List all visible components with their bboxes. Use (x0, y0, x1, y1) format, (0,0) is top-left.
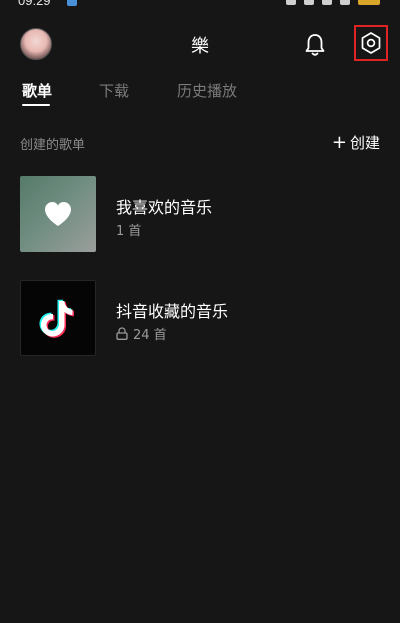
heart-icon (45, 202, 71, 226)
wifi-icon (322, 0, 332, 5)
battery-icon (358, 0, 380, 5)
douyin-logo-icon (39, 299, 74, 338)
status-bar: 09:29 (0, 0, 400, 10)
status-time: 09:29 (18, 0, 51, 8)
created-playlists-header: 创建的歌单 + 创建 (20, 132, 380, 154)
playlist-count: 1 首 (116, 224, 142, 239)
playlist-meta: 24 首 (116, 324, 167, 343)
page-title: 樂 (191, 36, 209, 57)
section-title: 创建的歌单 (20, 138, 86, 153)
plus-icon: + (331, 131, 347, 153)
playlist-title: 我喜欢的音乐 (116, 198, 213, 217)
playlist-item-liked[interactable]: 我喜欢的音乐 1 首 (20, 176, 380, 252)
playlist-cover (20, 280, 96, 356)
signal-icon (304, 0, 314, 5)
tab-history[interactable]: 历史播放 (177, 80, 237, 101)
lock-icon (116, 327, 128, 340)
playlist-meta: 1 首 (116, 220, 141, 239)
settings-hexagon-icon[interactable] (359, 31, 383, 55)
top-header: 樂 (0, 24, 400, 64)
playlist-title: 抖音收藏的音乐 (116, 302, 229, 321)
cellular-icon (340, 0, 350, 5)
playlist-item-douyin[interactable]: 抖音收藏的音乐 24 首 (20, 280, 380, 356)
tab-bar: 歌单 下载 历史播放 (0, 80, 400, 108)
tab-downloads[interactable]: 下载 (99, 80, 129, 101)
tab-playlists[interactable]: 歌单 (22, 80, 52, 101)
playlist-cover (20, 176, 96, 252)
playlist-count: 24 首 (133, 328, 167, 343)
settings-highlight-box[interactable] (354, 25, 388, 61)
bell-icon[interactable] (302, 32, 328, 58)
create-label: 创建 (349, 134, 380, 152)
create-playlist-button[interactable]: + 创建 (332, 132, 380, 153)
notification-app-icon (67, 0, 77, 6)
alarm-icon (286, 0, 296, 5)
status-indicators (286, 0, 380, 5)
active-tab-indicator (22, 104, 50, 106)
